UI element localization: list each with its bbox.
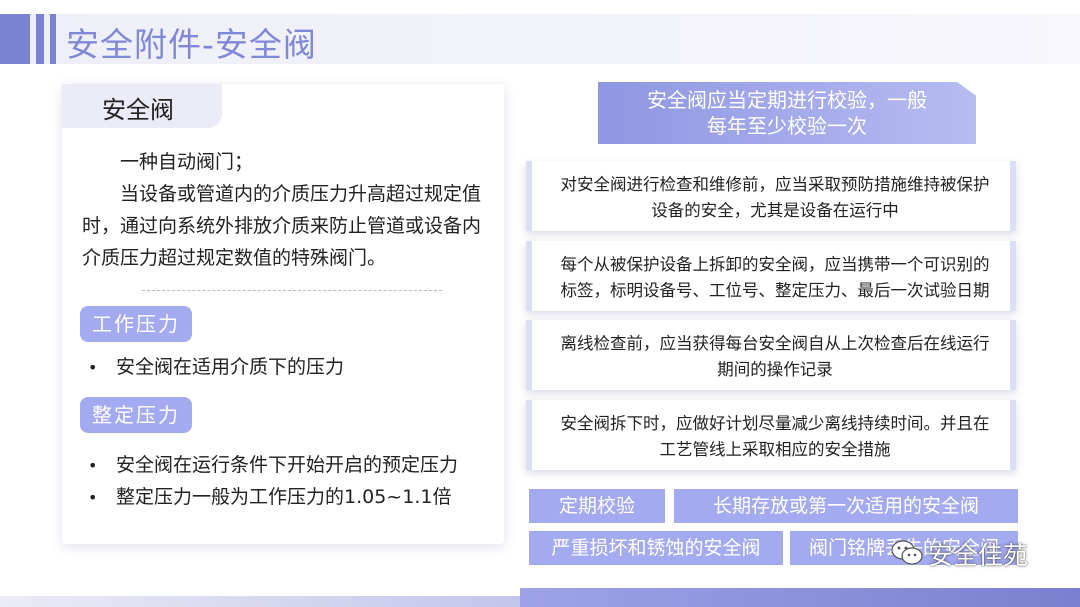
wechat-icon [891, 540, 923, 565]
requirement-text: 安全阀拆下时，应做好计划尽量减少离线持续时间。并且在 工艺管线上采取相应的安全措… [560, 414, 990, 459]
card-tab: 安全阀 [62, 84, 222, 128]
header-accent-bar [0, 14, 30, 64]
requirement-text: 对安全阀进行检查和维修前，应当采取预防措施维持被保护 设备的安全，尤其是设备在运… [560, 175, 990, 220]
watermark-text: 安全佳苑 [928, 541, 1029, 570]
header: 安全附件-安全阀 [0, 0, 1080, 64]
calibration-heading-text: 安全阀应当定期进行校验，一般 每年至少校验一次 [647, 88, 927, 138]
card-tab-label: 安全阀 [102, 96, 174, 124]
list-item: • 安全阀在适用介质下的压力 [88, 356, 345, 378]
tag-long-storage: 长期存放或第一次适用的安全阀 [674, 489, 1018, 523]
header-accent-bar [36, 14, 44, 64]
list-item: • 安全阀在运行条件下开始开启的预定压力 [88, 454, 459, 476]
definition-line: 一种自动阀门； [120, 151, 254, 173]
requirement-text: 每个从被保护设备上拆卸的安全阀，应当携带一个可识别的 标签，标明设备号、工位号、… [560, 255, 990, 300]
requirement-text: 离线检查前，应当获得每台安全阀自从上次检查后在线运行 期间的操作记录 [560, 334, 990, 379]
requirement-box: 安全阀拆下时，应做好计划尽量减少离线持续时间。并且在 工艺管线上采取相应的安全措… [526, 400, 1016, 470]
tag-corroded: 严重损坏和锈蚀的安全阀 [529, 531, 783, 565]
footer-accent [520, 588, 1080, 607]
bullet-icon: • [88, 358, 98, 377]
definition-card: 安全阀 一种自动阀门； 当设备或管道内的介质压力升高超过规定值时，通过向系统外排… [62, 84, 504, 544]
calibration-heading: 安全阀应当定期进行校验，一般 每年至少校验一次 [598, 82, 976, 144]
set-pressure-chip: 整定压力 [80, 397, 192, 433]
page-title: 安全附件-安全阀 [66, 25, 317, 64]
header-accent-bar [50, 14, 56, 64]
requirement-box: 离线检查前，应当获得每台安全阀自从上次检查后在线运行 期间的操作记录 [526, 320, 1016, 390]
definition-line: 当设备或管道内的介质压力升高超过规定值时，通过向系统外排放介质来防止管道或设备内… [82, 183, 482, 269]
requirement-box: 对安全阀进行检查和维修前，应当采取预防措施维持被保护 设备的安全，尤其是设备在运… [526, 161, 1016, 231]
tag-periodic-calibration: 定期校验 [529, 489, 665, 523]
list-item: • 整定压力一般为工作压力的1.05~1.1倍 [88, 486, 452, 508]
definition-text: 一种自动阀门； 当设备或管道内的介质压力升高超过规定值时，通过向系统外排放介质来… [82, 146, 492, 274]
bullet-icon: • [88, 488, 98, 507]
bullet-icon: • [88, 456, 98, 475]
divider [142, 290, 442, 291]
requirement-box: 每个从被保护设备上拆卸的安全阀，应当携带一个可识别的 标签，标明设备号、工位号、… [526, 241, 1016, 311]
working-pressure-chip: 工作压力 [80, 306, 192, 342]
